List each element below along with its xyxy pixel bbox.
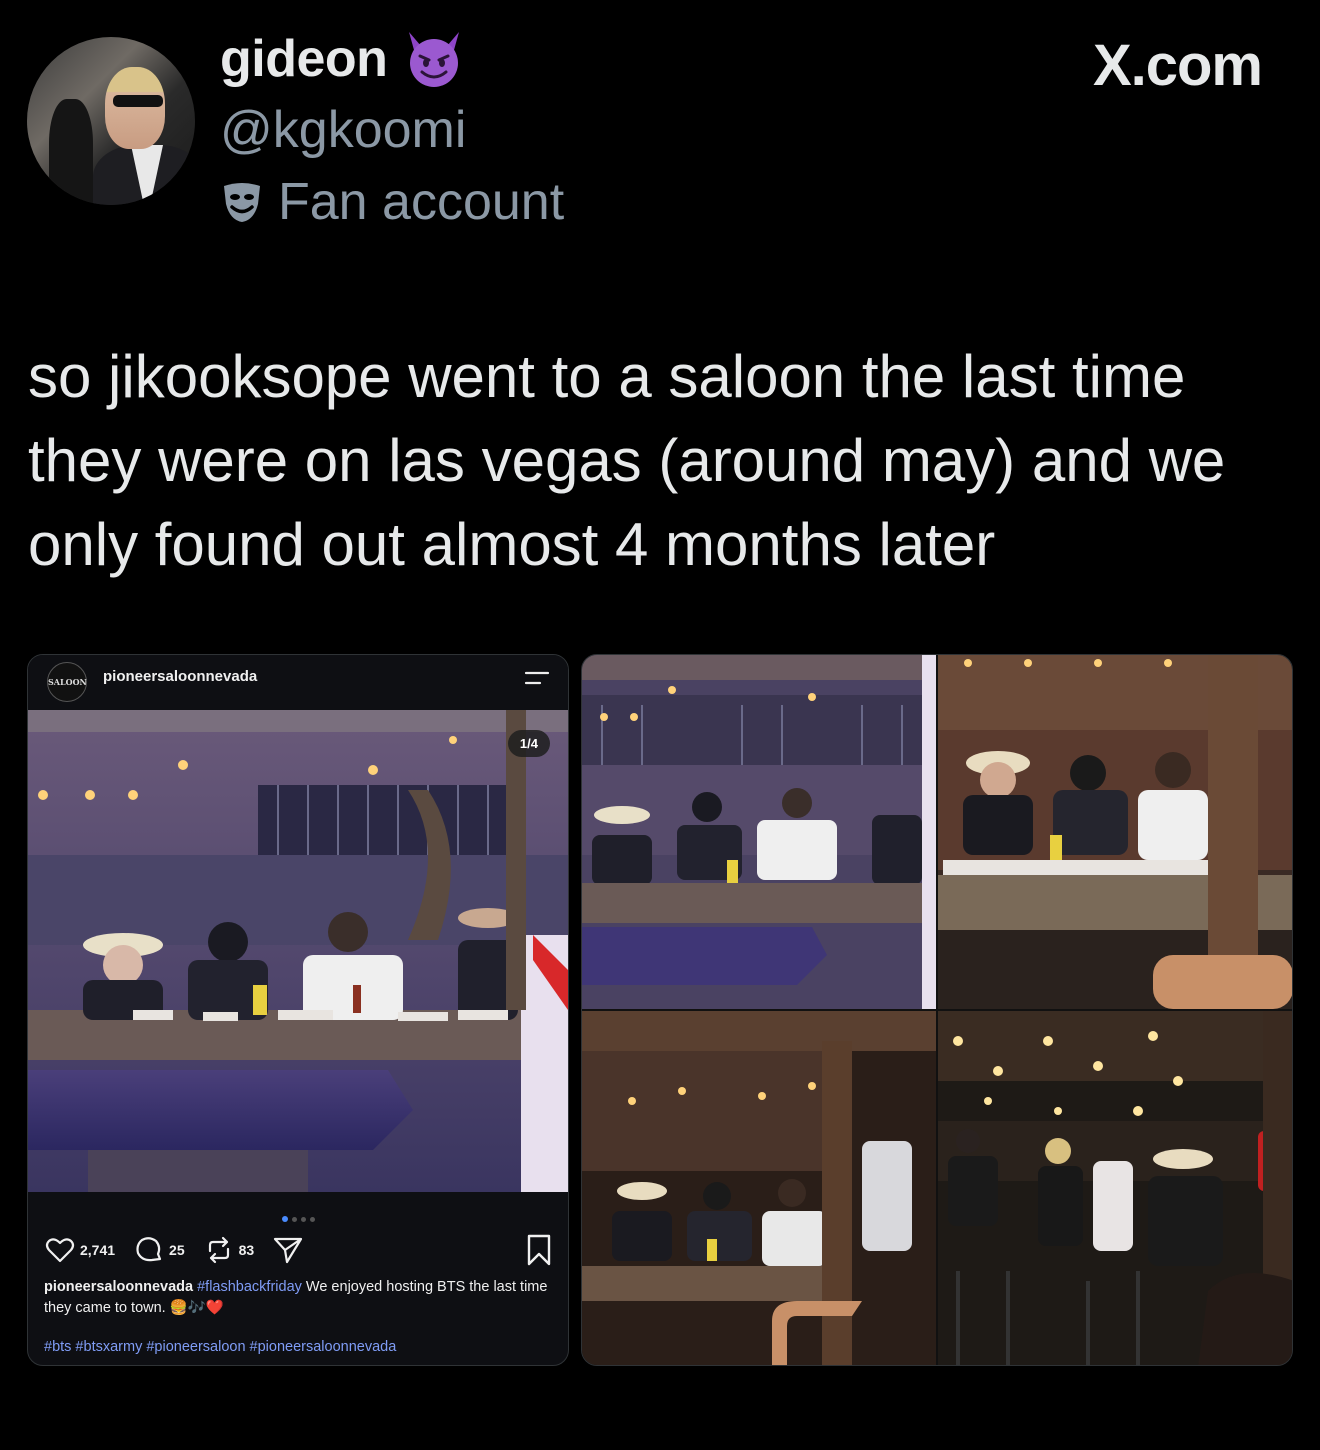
affiliation-label: Fan account bbox=[278, 173, 565, 231]
repost-action[interactable]: 83 bbox=[203, 1234, 255, 1266]
carousel-dot[interactable] bbox=[300, 1217, 306, 1222]
ig-caption: pioneersaloonnevada #flashbackfriday We … bbox=[44, 1277, 549, 1319]
smiling-devil-emoji-icon bbox=[409, 32, 460, 87]
ig-action-bar: 2,741 25 83 bbox=[44, 1233, 554, 1267]
comment-action[interactable]: 25 bbox=[133, 1234, 185, 1266]
like-count: 2,741 bbox=[80, 1242, 116, 1258]
caption-username[interactable]: pioneersaloonnevada bbox=[44, 1279, 193, 1295]
collage-photo-2 bbox=[938, 655, 1292, 1009]
ig-photo-saloon: 1/4 bbox=[28, 710, 568, 1192]
heart-icon bbox=[45, 1238, 75, 1263]
display-name[interactable]: gideon bbox=[220, 29, 388, 89]
repost-count: 83 bbox=[238, 1242, 255, 1258]
bookmark-icon[interactable] bbox=[524, 1233, 554, 1267]
brand-logo: X.com bbox=[1092, 33, 1263, 98]
media-instagram-screenshot[interactable]: SALOON pioneersaloonnevada 1/4 2,741 25 … bbox=[27, 654, 569, 1366]
collage-photo-3 bbox=[582, 1011, 936, 1365]
repost-icon bbox=[208, 1236, 229, 1264]
carousel-dots[interactable] bbox=[28, 1209, 568, 1227]
tweet-text: so jikooksope went to a saloon the last … bbox=[28, 343, 1226, 578]
menu-icon bbox=[524, 671, 550, 685]
author-handle[interactable]: @kgkoomi bbox=[220, 100, 466, 160]
like-action[interactable]: 2,741 bbox=[44, 1234, 115, 1266]
saloon-logo: SALOON bbox=[47, 662, 87, 702]
ig-header: SALOON pioneersaloonnevada bbox=[28, 655, 568, 710]
carousel-dot-active[interactable] bbox=[281, 1216, 288, 1222]
collage-photo-4 bbox=[938, 1011, 1292, 1365]
media-photo-collage[interactable] bbox=[581, 654, 1293, 1366]
caption-hashtag[interactable]: #flashbackfriday bbox=[197, 1279, 302, 1295]
image-counter: 1/4 bbox=[507, 730, 550, 757]
avatar-background-figure bbox=[49, 99, 93, 205]
share-icon bbox=[274, 1237, 303, 1264]
carousel-dot[interactable] bbox=[309, 1217, 315, 1222]
author-name-row: gideon bbox=[220, 28, 465, 90]
theater-mask-icon bbox=[224, 183, 260, 222]
avatar[interactable] bbox=[27, 37, 195, 205]
avatar-sunglasses bbox=[113, 95, 163, 107]
collage-photo-1 bbox=[582, 655, 936, 1009]
comment-icon bbox=[136, 1237, 162, 1262]
ig-username: pioneersaloonnevada bbox=[103, 668, 258, 685]
comment-count: 25 bbox=[169, 1242, 185, 1258]
carousel-dot[interactable] bbox=[291, 1217, 297, 1222]
share-action[interactable] bbox=[272, 1234, 304, 1266]
saloon-scene-image bbox=[28, 710, 568, 1192]
ig-hashtags[interactable]: #bts #btsxarmy #pioneersaloon #pioneersa… bbox=[44, 1339, 396, 1355]
affiliation-row: Fan account bbox=[220, 172, 564, 232]
avatar-face bbox=[105, 67, 165, 149]
